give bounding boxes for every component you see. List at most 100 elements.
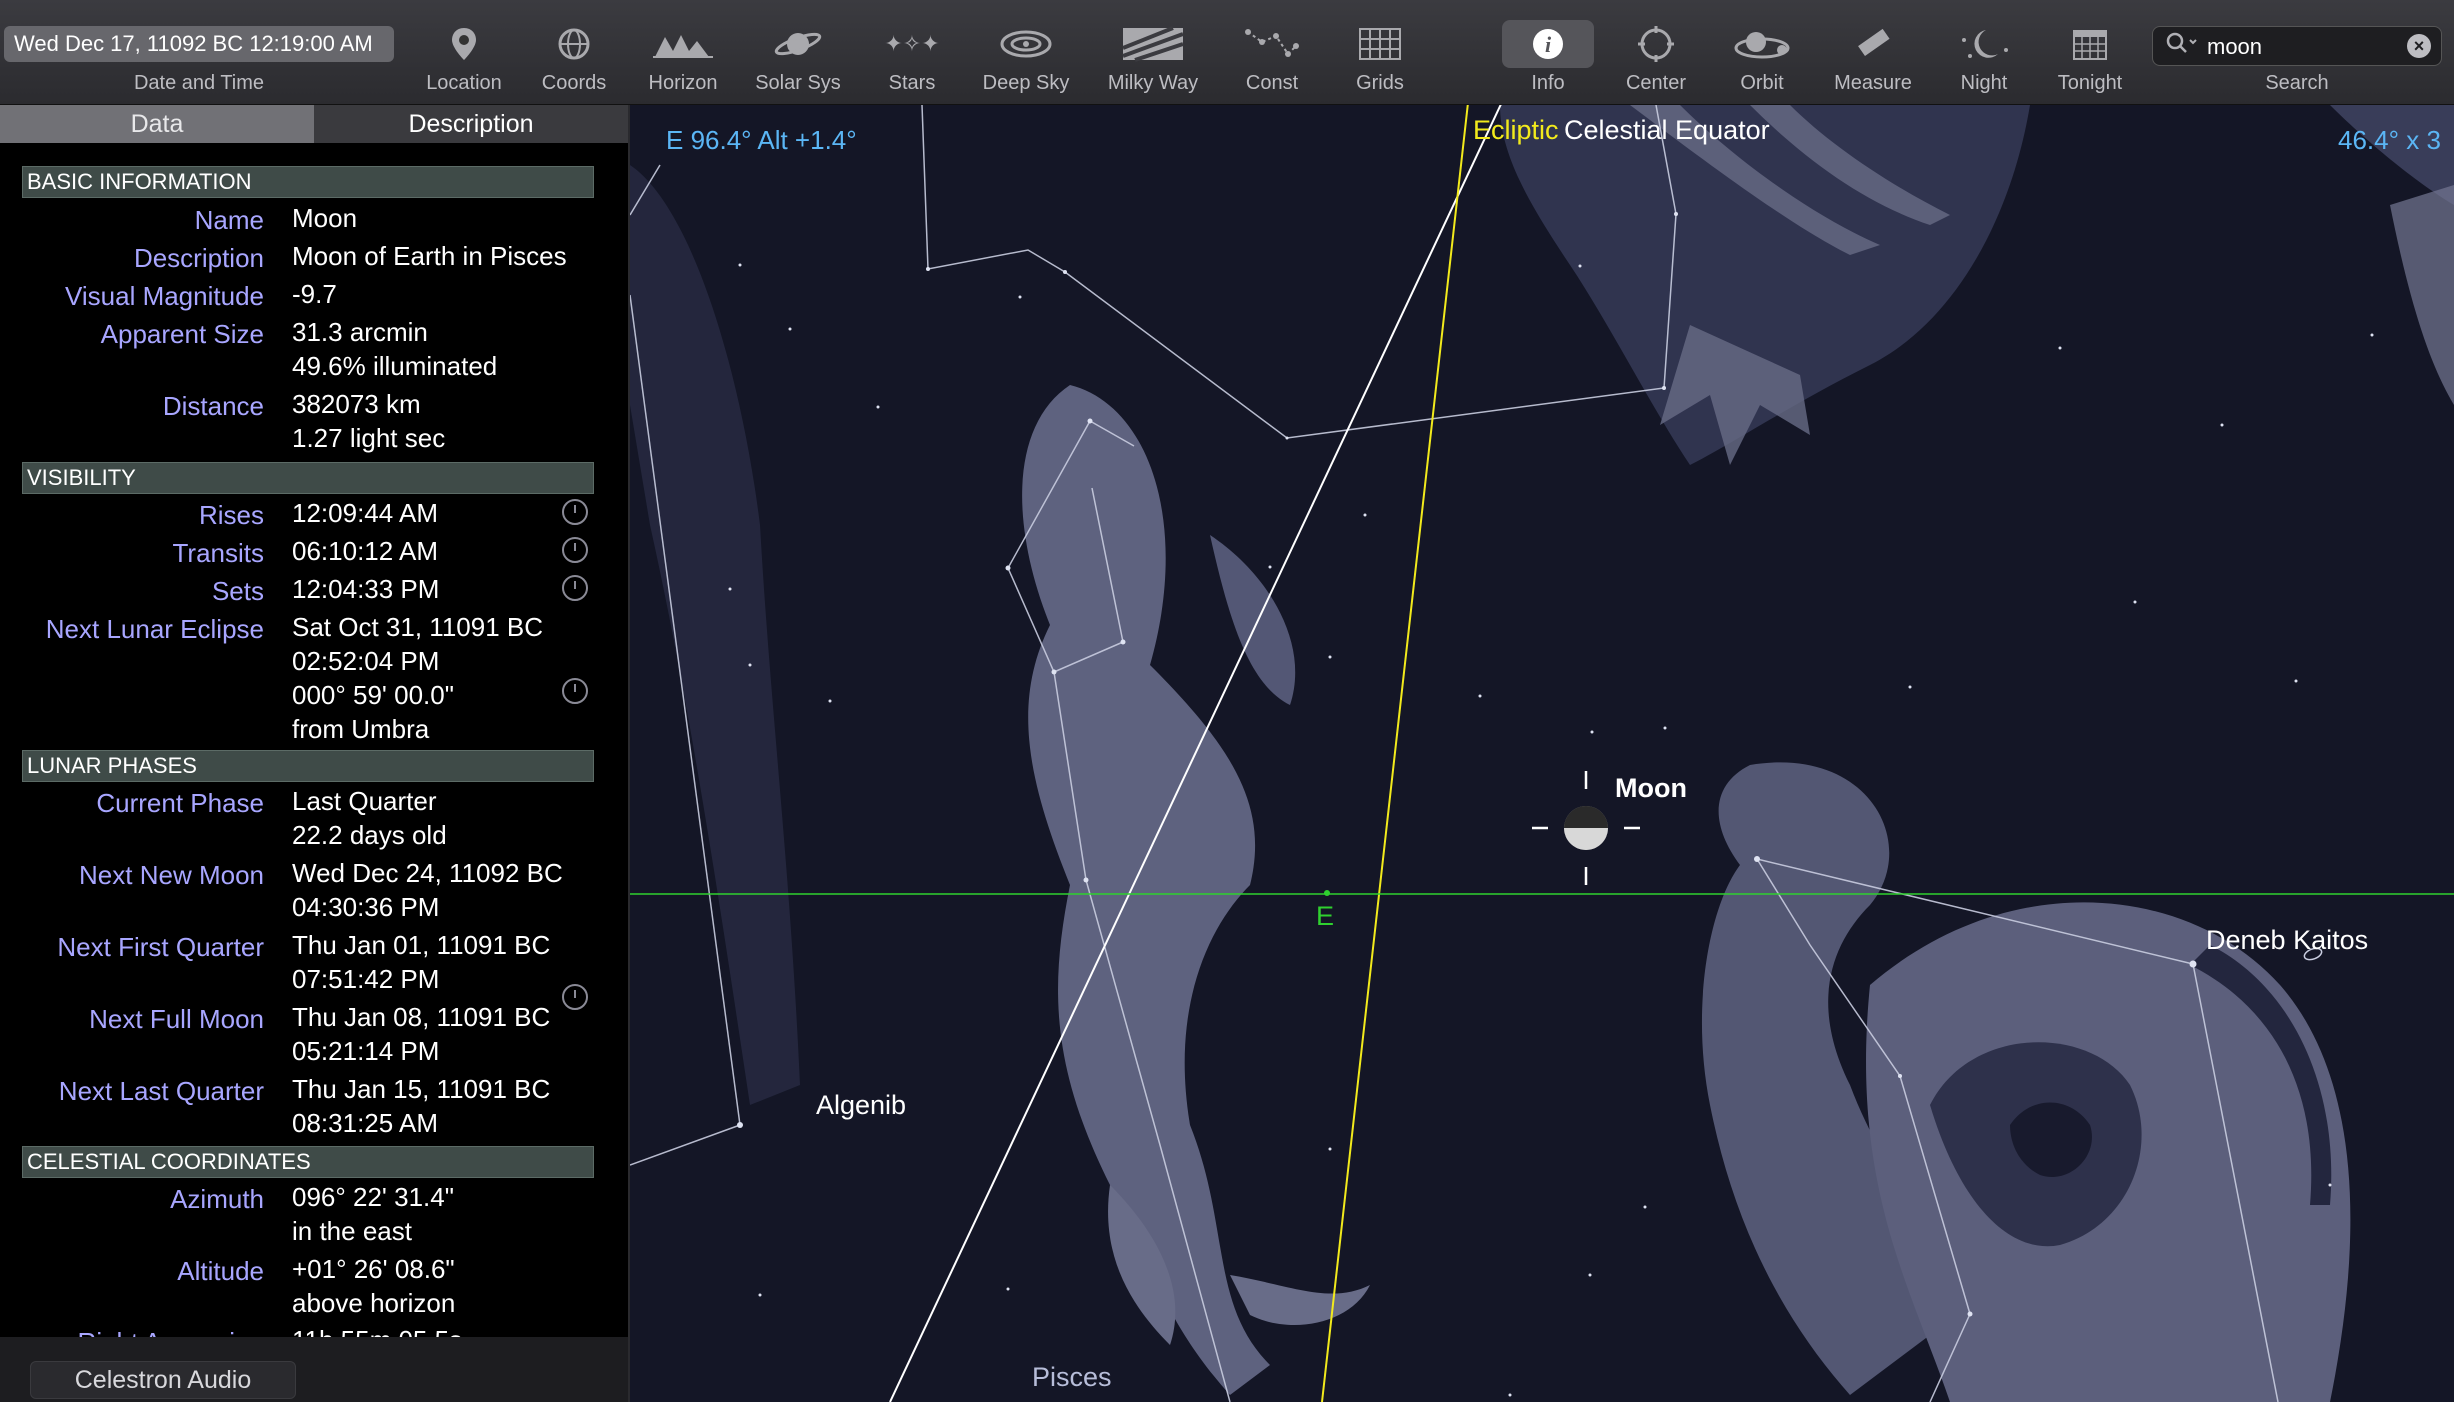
orbit-button[interactable]: Orbit	[1722, 0, 1802, 104]
info-button[interactable]: i Info	[1502, 0, 1594, 104]
next-full-moon-date: Thu Jan 08, 11091 BC	[292, 1002, 551, 1032]
deep-sky-button[interactable]: Deep Sky	[976, 0, 1076, 104]
stars-icon: ✦✧✦	[884, 31, 940, 56]
altitude-label: Altitude	[177, 1256, 264, 1286]
deep-sky-label: Deep Sky	[982, 72, 1070, 94]
distance-label: Distance	[162, 391, 264, 421]
constellation-icon	[1240, 20, 1304, 68]
horizon-east-label: E	[1316, 901, 1335, 931]
search-field[interactable]: ×	[2152, 26, 2442, 66]
azimuth-direction: in the east	[292, 1216, 412, 1246]
magnitude-label: Visual Magnitude	[65, 281, 264, 311]
illumination-value: 49.6% illuminated	[292, 351, 498, 381]
orbit-icon	[1730, 20, 1794, 68]
next-first-quarter-time: 07:51:42 PM	[292, 964, 440, 994]
apparent-size-value: 31.3 arcmin	[292, 317, 428, 347]
stars-button[interactable]: ✦✧✦ Stars	[872, 0, 952, 104]
celestron-audio-button[interactable]: Celestron Audio	[30, 1361, 296, 1399]
search-icon	[2165, 31, 2199, 62]
sets-label: Sets	[211, 576, 264, 606]
measure-button[interactable]: Measure	[1828, 0, 1918, 104]
const-button[interactable]: Const	[1232, 0, 1312, 104]
sky-canvas	[630, 105, 2454, 1402]
center-target-icon	[1624, 20, 1688, 68]
sky-view[interactable]: E 96.4° Alt +1.4° 46.4° x 3 Ecliptic Cel…	[630, 105, 2454, 1402]
next-full-moon-label: Next Full Moon	[89, 1004, 264, 1034]
center-button[interactable]: Center	[1616, 0, 1696, 104]
sets-value: 12:04:33 PM	[292, 574, 440, 604]
transits-clock-icon[interactable]	[562, 537, 588, 563]
current-phase-value: Last Quarter	[292, 786, 437, 816]
azimuth-label: Azimuth	[170, 1184, 264, 1214]
ecliptic-line	[1321, 105, 1469, 1402]
night-label: Night	[1960, 72, 2008, 94]
const-label: Const	[1245, 72, 1299, 94]
next-full-moon-time: 05:21:14 PM	[292, 1036, 440, 1066]
celestial-equator-label: Celestial Equator	[1564, 115, 1770, 145]
altitude-direction: above horizon	[292, 1288, 456, 1318]
section-visibility: VISIBILITY	[22, 462, 594, 494]
clear-search-icon[interactable]: ×	[2407, 34, 2431, 58]
east-point-marker	[1324, 890, 1330, 896]
ruler-icon	[1841, 20, 1905, 68]
distance-light-value: 1.27 light sec	[292, 423, 446, 453]
night-moon-icon	[1952, 20, 2016, 68]
constellation-label-pisces: Pisces	[1032, 1362, 1112, 1392]
moon-label[interactable]: Moon	[1615, 773, 1687, 804]
planet-icon	[766, 20, 830, 68]
sidebar-bottom-bar: Celestron Audio	[0, 1337, 628, 1402]
datetime-field[interactable]: Wed Dec 17, 11092 BC 12:19:00 AM	[4, 26, 394, 62]
sets-clock-icon[interactable]	[562, 575, 588, 601]
description-label: Description	[133, 243, 264, 273]
coords-button[interactable]: Coords	[536, 0, 612, 104]
info-icon: i	[1502, 20, 1594, 68]
tonight-label: Tonight	[2057, 72, 2123, 94]
rises-clock-icon[interactable]	[562, 499, 588, 525]
info-label: Info	[1531, 72, 1565, 94]
svg-text:i: i	[1545, 32, 1552, 57]
solar-sys-button[interactable]: Solar Sys	[748, 0, 848, 104]
current-phase-label: Current Phase	[96, 788, 264, 818]
transits-label: Transits	[172, 538, 265, 568]
night-button[interactable]: Night	[1944, 0, 2024, 104]
location-label: Location	[426, 72, 502, 94]
apparent-size-label: Apparent Size	[100, 319, 264, 349]
datetime-label: Date and Time	[133, 72, 265, 94]
next-last-quarter-date: Thu Jan 15, 11091 BC	[292, 1074, 551, 1104]
constellation-art	[630, 105, 2454, 1402]
next-last-quarter-label: Next Last Quarter	[58, 1076, 264, 1106]
grid-icon	[1348, 20, 1412, 68]
ecliptic-label: Ecliptic	[1473, 115, 1559, 145]
calendar-icon	[2058, 20, 2122, 68]
coords-label: Coords	[541, 72, 607, 94]
search-label: Search	[2265, 72, 2329, 94]
new-moon-clock-icon[interactable]	[562, 984, 588, 1010]
milky-way-button[interactable]: Milky Way	[1100, 0, 1206, 104]
next-last-quarter-time: 08:31:25 AM	[292, 1108, 438, 1138]
location-button[interactable]: Location	[424, 0, 504, 104]
star-label-deneb-kaitos[interactable]: Deneb Kaitos	[2206, 925, 2368, 956]
grids-label: Grids	[1356, 72, 1404, 94]
altitude-value: +01° 26' 08.6"	[292, 1254, 455, 1284]
horizon-label: Horizon	[648, 72, 718, 94]
horizon-mountains-icon	[651, 20, 715, 68]
lunar-eclipse-clock-icon[interactable]	[562, 678, 588, 704]
lunar-eclipse-date: Sat Oct 31, 11091 BC	[292, 612, 543, 642]
sidebar-tabs: Data Description	[0, 105, 628, 143]
measure-label: Measure	[1834, 72, 1912, 94]
section-basic-information: BASIC INFORMATION	[22, 166, 594, 198]
rises-value: 12:09:44 AM	[292, 498, 438, 528]
field-of-view-readout: 46.4° x 3	[2338, 125, 2441, 155]
star-label-algenib[interactable]: Algenib	[816, 1090, 906, 1121]
tab-description[interactable]: Description	[314, 105, 628, 143]
distance-value: 382073 km	[292, 389, 421, 419]
coords-icon	[542, 20, 606, 68]
lunar-eclipse-magnitude: 000° 59' 00.0"	[292, 680, 454, 710]
grids-button[interactable]: Grids	[1340, 0, 1420, 104]
tab-data[interactable]: Data	[0, 105, 314, 143]
transits-value: 06:10:12 AM	[292, 536, 438, 566]
search-input[interactable]	[2205, 31, 2399, 63]
tonight-button[interactable]: Tonight	[2050, 0, 2130, 104]
horizon-button[interactable]: Horizon	[640, 0, 726, 104]
magnitude-value: -9.7	[292, 279, 337, 309]
